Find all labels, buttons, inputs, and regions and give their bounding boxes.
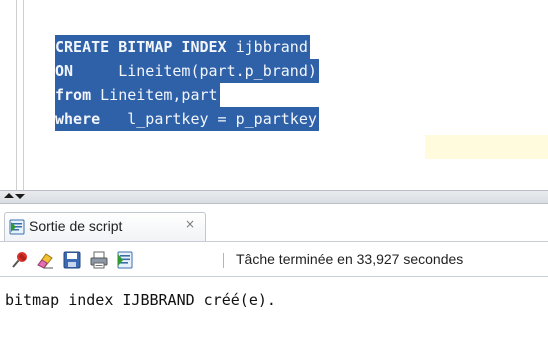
print-icon[interactable] <box>89 250 109 270</box>
script-icon[interactable] <box>115 250 135 270</box>
eraser-icon[interactable] <box>35 250 55 270</box>
collapse-up-icon[interactable] <box>4 193 14 198</box>
toolbar-separator <box>223 253 224 268</box>
script-output-area[interactable]: bitmap index IJBBRAND créé(e). <box>0 277 548 362</box>
code-line[interactable]: from Lineitem,part <box>55 83 319 107</box>
collapse-down-icon[interactable] <box>15 194 25 199</box>
close-icon[interactable]: × <box>185 217 195 231</box>
panel-splitter[interactable] <box>0 190 548 204</box>
output-line: bitmap index IJBBRAND créé(e). <box>5 291 276 309</box>
current-line-highlight <box>425 135 548 159</box>
output-tabbar: Sortie de script × <box>0 204 548 242</box>
code-line[interactable]: ON Lineitem(part.p_brand) <box>55 59 319 83</box>
task-status-text: Tâche terminée en 33,927 secondes <box>236 251 464 267</box>
sql-editor[interactable]: CREATE BITMAP INDEX ijbbrand ON Lineitem… <box>0 0 548 190</box>
tab-script-output[interactable]: Sortie de script × <box>4 212 206 241</box>
code-line[interactable]: where l_partkey = p_partkey <box>55 107 319 131</box>
gutter-divider <box>16 0 17 190</box>
gutter-divider <box>23 0 24 190</box>
code-line[interactable]: CREATE BITMAP INDEX ijbbrand <box>55 35 319 59</box>
pin-icon[interactable] <box>10 250 30 270</box>
code-block[interactable]: CREATE BITMAP INDEX ijbbrand ON Lineitem… <box>55 35 319 131</box>
output-toolbar: Tâche terminée en 33,927 secondes <box>0 243 548 277</box>
tab-label: Sortie de script <box>29 218 123 234</box>
save-icon[interactable] <box>62 250 82 270</box>
script-output-icon <box>9 219 25 235</box>
